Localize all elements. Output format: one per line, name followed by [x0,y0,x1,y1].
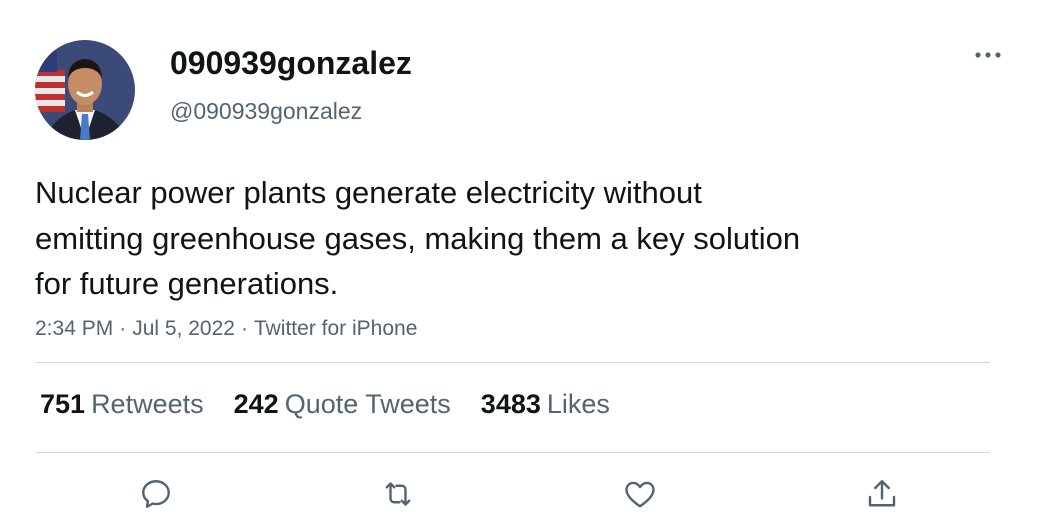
retweet-icon [385,482,411,506]
retweets-stat[interactable]: 751 Retweets [40,387,204,421]
reply-icon [142,480,170,508]
user-handle[interactable]: @090939gonzalez [170,97,362,125]
divider [35,362,990,363]
profile-photo [35,40,135,140]
share-button[interactable] [862,474,902,514]
display-name[interactable]: 090939gonzalez [170,44,412,82]
tweet-time[interactable]: 2:34 PM [35,317,113,340]
quote-tweets-stat[interactable]: 242 Quote Tweets [234,387,451,421]
likes-count: 3483 [480,389,541,419]
avatar[interactable] [35,40,135,140]
meta-separator: · [240,317,248,340]
divider [35,452,990,453]
retweet-button[interactable] [378,474,418,514]
more-horizontal-icon [975,52,1001,58]
more-options-button[interactable] [970,40,1006,70]
retweets-label: Retweets [91,389,204,419]
tweet-source[interactable]: Twitter for iPhone [254,317,417,340]
like-button[interactable] [620,474,660,514]
likes-label: Likes [546,389,610,419]
tweet-date[interactable]: Jul 5, 2022 [132,317,235,340]
likes-stat[interactable]: 3483 Likes [481,387,610,421]
quote-tweets-label: Quote Tweets [284,389,451,419]
retweets-count: 751 [40,389,86,419]
heart-icon [625,481,655,508]
share-icon [868,480,896,507]
quote-tweets-count: 242 [233,389,279,419]
tweet-meta: 2:34 PM · Jul 5, 2022 · Twitter for iPhone [35,315,417,343]
meta-separator: · [119,317,127,340]
tweet-text: Nuclear power plants generate electricit… [35,175,801,301]
tweet-stats: 751 Retweets 242 Quote Tweets 3483 Likes [40,387,610,421]
action-bar [0,474,1050,514]
reply-button[interactable] [136,474,176,514]
